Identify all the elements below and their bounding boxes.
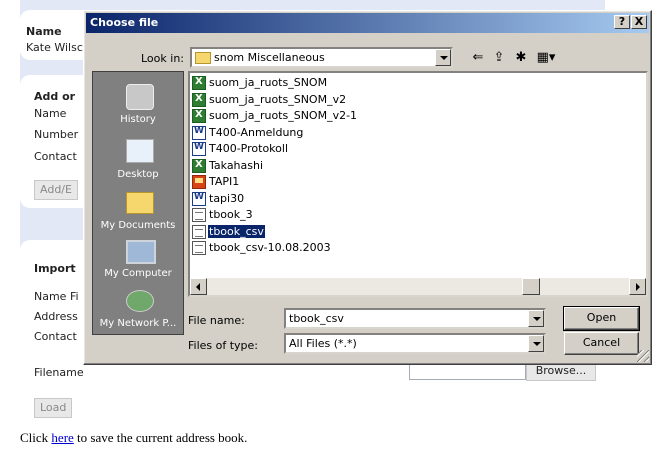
view-menu-icon[interactable]: ▦▾ [534, 49, 558, 67]
xls-file-icon [192, 109, 206, 123]
my-computer-icon [126, 240, 156, 264]
chevron-down-icon[interactable] [528, 335, 544, 352]
chevron-down-icon[interactable] [435, 49, 451, 66]
add-contact-label: Contact [34, 150, 77, 163]
place-label: History [120, 114, 156, 125]
open-button[interactable]: Open [563, 306, 640, 331]
add-name-label: Name [34, 107, 67, 120]
desktop-icon [126, 139, 154, 163]
help-button[interactable]: ? [614, 15, 630, 29]
save-here-link[interactable]: here [51, 430, 73, 445]
import-contact-label: Contact [34, 330, 77, 343]
files-of-type-select[interactable]: All Files (*.*) [284, 333, 546, 354]
history-icon [126, 84, 154, 110]
place-label: My Network P... [99, 318, 177, 329]
doc-file-icon [192, 191, 206, 206]
xls-file-icon [192, 76, 206, 90]
file-item-name: T400-Protokoll [209, 142, 288, 155]
place-label: My Computer [104, 268, 172, 279]
add-number-label: Number [34, 128, 79, 141]
places-bar: History Desktop My Documents My Computer… [92, 71, 184, 335]
resize-grip-icon[interactable] [637, 350, 649, 362]
my-network-places-icon [126, 290, 154, 312]
file-item-name: tapi30 [209, 191, 245, 205]
footer-save-text: Click here to save the current address b… [20, 430, 247, 446]
scroll-right-icon[interactable] [629, 278, 646, 295]
file-item-name: suom_ja_ruots_SNOM [209, 76, 328, 89]
back-icon[interactable]: ⇐ [469, 49, 487, 67]
dialog-titlebar[interactable]: Choose file ? X [86, 13, 649, 33]
xls-file-icon [192, 158, 206, 173]
add-section-heading: Add or [34, 90, 76, 103]
txt-file-icon [192, 241, 206, 255]
name-label: Name [26, 25, 62, 38]
add-edit-button[interactable]: Add/E [34, 180, 78, 200]
doc-file-icon [192, 142, 206, 156]
look-in-label: Look in: [141, 52, 184, 65]
dialog-title: Choose file [90, 16, 159, 29]
file-item-name: suom_ja_ruots_SNOM_v2 [209, 92, 347, 106]
files-of-type-value: All Files (*.*) [289, 337, 357, 350]
look-in-dropdown[interactable]: snom Miscellaneous [190, 47, 453, 68]
import-name-field-label: Name Fi [34, 290, 79, 303]
horizontal-scrollbar[interactable] [190, 278, 646, 295]
file-item-name: TAPI1 [209, 175, 240, 188]
my-documents-icon [126, 192, 154, 214]
file-item-name: Takahashi [209, 158, 264, 172]
place-label: Desktop [117, 169, 159, 180]
load-button[interactable]: Load [34, 398, 73, 418]
xls-file-icon [192, 92, 206, 107]
folder-icon [195, 52, 211, 64]
file-name-input[interactable]: tbook_csv [284, 308, 546, 329]
file-list[interactable]: suom_ja_ruots_SNOM suom_ja_ruots_SNOM_v2s… [188, 71, 648, 297]
chevron-down-icon[interactable] [528, 310, 544, 327]
ppt-file-icon [192, 175, 206, 189]
cancel-button[interactable]: Cancel [564, 332, 639, 355]
place-label: My Documents [100, 220, 176, 231]
import-section-heading: Import [34, 262, 76, 275]
scroll-thumb[interactable] [522, 278, 540, 295]
file-item-name: tbook_csv-10.08.2003 [209, 241, 331, 254]
file-name-value: tbook_csv [289, 312, 344, 325]
scroll-left-icon[interactable] [190, 278, 207, 295]
choose-file-dialog: Choose file ? X Look in: snom Miscellane… [83, 10, 652, 365]
name-value: Kate Wilsc [26, 41, 83, 54]
look-in-value: snom Miscellaneous [214, 51, 325, 64]
file-item-name: tbook_csv [207, 223, 266, 239]
footer-text-after: to save the current address book. [73, 430, 248, 445]
file-item-name: tbook_3 [209, 208, 253, 221]
files-of-type-label: Files of type: [188, 339, 259, 352]
txt-file-icon [192, 224, 206, 239]
import-address-label: Address [34, 310, 78, 323]
file-item-name: suom_ja_ruots_SNOM_v2-1 [209, 109, 358, 122]
new-folder-icon[interactable]: ✱ [512, 49, 530, 67]
file-item-name: T400-Anmeldung [209, 125, 304, 139]
doc-file-icon [192, 125, 206, 140]
file-name-label: File name: [188, 314, 245, 327]
txt-file-icon [192, 208, 206, 222]
filename-label: Filename [34, 366, 84, 379]
up-folder-icon[interactable]: ⇪ [490, 49, 508, 67]
footer-text-before: Click [20, 430, 52, 445]
close-button[interactable]: X [631, 15, 647, 29]
